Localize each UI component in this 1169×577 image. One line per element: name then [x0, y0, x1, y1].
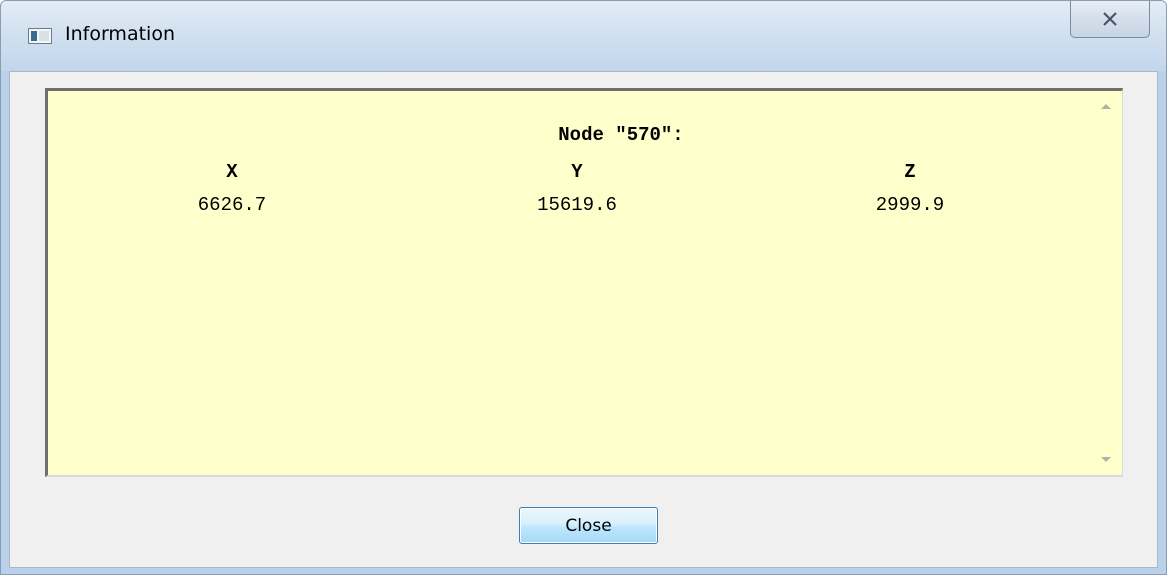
- scroll-down-arrow-icon[interactable]: [1101, 457, 1111, 462]
- dialog-body: Node "570": X 6626.7 Y 15619.6 Z 2999.9: [9, 71, 1158, 568]
- column-header-x: X: [226, 161, 238, 183]
- coordinate-value-x: 6626.7: [197, 194, 267, 216]
- info-text-panel[interactable]: Node "570": X 6626.7 Y 15619.6 Z 2999.9: [45, 88, 1123, 477]
- column-header-y: Y: [571, 161, 583, 183]
- node-info-content: Node "570": X 6626.7 Y 15619.6 Z 2999.9: [48, 91, 1093, 475]
- column-header-z: Z: [904, 161, 916, 183]
- coordinate-value-z: 2999.9: [875, 194, 945, 216]
- coordinate-value-y: 15619.6: [537, 194, 617, 216]
- information-dialog: Information Node "570": X 6626.7 Y 15619…: [0, 0, 1167, 575]
- title-bar[interactable]: Information: [1, 1, 1166, 71]
- window-title: Information: [65, 23, 175, 45]
- node-title: Node "570":: [558, 124, 684, 146]
- close-x-icon: [1103, 12, 1117, 26]
- scroll-up-arrow-icon[interactable]: [1101, 104, 1111, 109]
- vertical-scrollbar[interactable]: [1092, 91, 1122, 475]
- application-window-icon: [28, 28, 52, 44]
- close-button[interactable]: Close: [519, 507, 658, 544]
- window-close-button[interactable]: [1070, 1, 1150, 38]
